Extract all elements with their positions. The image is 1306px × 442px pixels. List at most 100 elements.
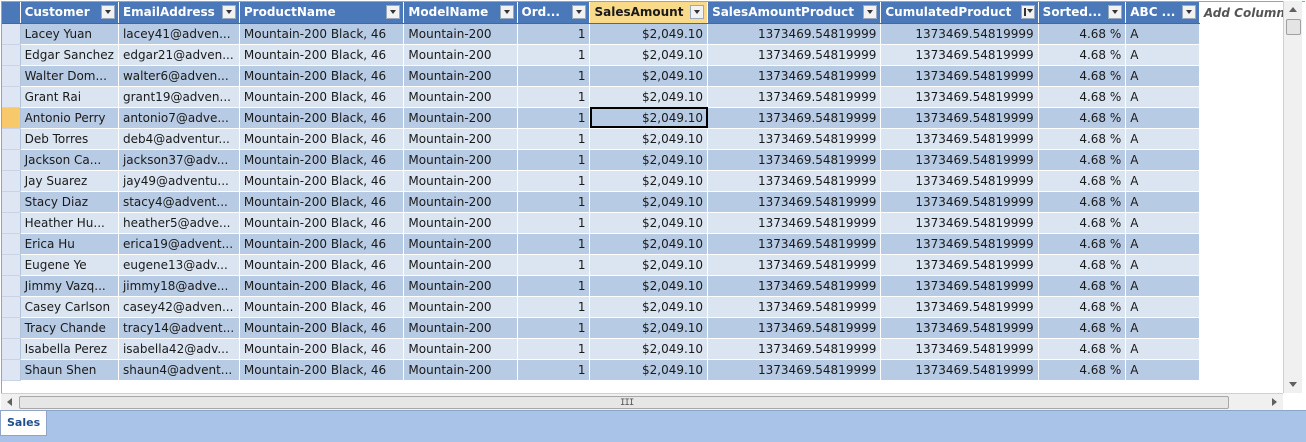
table-row[interactable]: Grant Rai grant19@adven... Mountain-200 Bl… bbox=[2, 86, 1305, 108]
table-cell[interactable]: 1373469.54819999 bbox=[880, 317, 1039, 339]
select-all-corner[interactable] bbox=[2, 2, 21, 24]
scroll-left-icon[interactable] bbox=[7, 398, 12, 406]
horizontal-scrollbar[interactable]: III bbox=[1, 393, 1283, 410]
table-cell[interactable]: Mountain-200 bbox=[403, 107, 518, 129]
table-cell[interactable]: Jackson Ca... bbox=[20, 149, 119, 171]
table-cell[interactable]: 1373469.54819999 bbox=[707, 254, 882, 276]
table-cell[interactable]: 1 bbox=[517, 128, 591, 150]
table-cell[interactable]: Heather Hu... bbox=[20, 212, 119, 234]
table-cell[interactable]: isabella42@adv... bbox=[118, 338, 240, 360]
table-cell[interactable]: $2,049.10 bbox=[589, 86, 709, 108]
table-cell[interactable]: 1373469.54819999 bbox=[707, 338, 882, 360]
table-cell[interactable]: Lacey Yuan bbox=[20, 23, 119, 45]
table-cell[interactable]: Mountain-200 Black, 46 bbox=[239, 23, 405, 45]
row-selector[interactable] bbox=[2, 317, 21, 339]
row-selector[interactable] bbox=[2, 107, 21, 129]
table-cell[interactable]: 1373469.54819999 bbox=[880, 149, 1039, 171]
table-cell[interactable]: 1373469.54819999 bbox=[880, 65, 1039, 87]
table-cell[interactable]: 1 bbox=[517, 254, 591, 276]
table-cell[interactable]: $2,049.10 bbox=[589, 65, 709, 87]
table-cell[interactable]: 4.68 % bbox=[1038, 191, 1127, 213]
table-cell[interactable]: 4.68 % bbox=[1038, 86, 1127, 108]
table-cell[interactable]: deb4@adventur... bbox=[118, 128, 240, 150]
table-cell[interactable]: Mountain-200 bbox=[403, 254, 518, 276]
table-cell[interactable]: 1 bbox=[517, 359, 591, 381]
table-cell[interactable]: stacy4@advent... bbox=[118, 191, 240, 213]
column-header-cumulatedproduct[interactable]: CumulatedProduct bbox=[880, 2, 1039, 24]
table-cell[interactable]: 4.68 % bbox=[1038, 296, 1127, 318]
row-selector[interactable] bbox=[2, 170, 21, 192]
table-cell[interactable]: $2,049.10 bbox=[589, 254, 709, 276]
table-cell[interactable]: $2,049.10 bbox=[589, 359, 709, 381]
table-cell[interactable]: A bbox=[1125, 275, 1200, 297]
table-cell[interactable]: 1 bbox=[517, 212, 591, 234]
table-cell[interactable]: Mountain-200 bbox=[403, 170, 518, 192]
table-cell[interactable]: 1373469.54819999 bbox=[880, 23, 1039, 45]
table-cell[interactable]: 1373469.54819999 bbox=[707, 296, 882, 318]
table-row[interactable]: Jackson Ca... jackson37@adv... Mountain-20… bbox=[2, 149, 1305, 171]
table-cell[interactable]: $2,049.10 bbox=[589, 212, 709, 234]
table-cell[interactable]: $2,049.10 bbox=[589, 170, 709, 192]
row-selector[interactable] bbox=[2, 191, 21, 213]
filter-dropdown-icon[interactable] bbox=[499, 5, 514, 19]
table-cell[interactable]: 1373469.54819999 bbox=[707, 212, 882, 234]
table-cell[interactable]: 1373469.54819999 bbox=[707, 23, 882, 45]
table-cell[interactable]: 1 bbox=[517, 86, 591, 108]
table-cell[interactable]: 1373469.54819999 bbox=[707, 149, 882, 171]
row-selector[interactable] bbox=[2, 359, 21, 381]
table-cell[interactable]: Mountain-200 bbox=[403, 296, 518, 318]
table-row[interactable]: Heather Hu... heather5@adve... Mountain-20… bbox=[2, 212, 1305, 234]
table-cell[interactable]: casey42@adven... bbox=[118, 296, 240, 318]
table-cell[interactable]: 1373469.54819999 bbox=[707, 107, 882, 129]
data-grid[interactable]: Customer EmailAddress ProductName ModelName… bbox=[1, 1, 1305, 410]
table-cell[interactable]: 1373469.54819999 bbox=[880, 212, 1039, 234]
table-row[interactable]: Stacy Diaz stacy4@advent... Mountain-200 B… bbox=[2, 191, 1305, 213]
row-selector[interactable] bbox=[2, 44, 21, 66]
table-cell[interactable]: $2,049.10 bbox=[589, 338, 709, 360]
row-selector[interactable] bbox=[2, 65, 21, 87]
table-cell[interactable]: Mountain-200 Black, 46 bbox=[239, 254, 405, 276]
table-cell[interactable]: Mountain-200 bbox=[403, 359, 518, 381]
table-cell[interactable]: A bbox=[1125, 149, 1200, 171]
filter-dropdown-icon[interactable] bbox=[863, 5, 878, 19]
table-cell[interactable]: Mountain-200 Black, 46 bbox=[239, 86, 405, 108]
table-cell[interactable]: 1373469.54819999 bbox=[880, 275, 1039, 297]
table-row[interactable]: Deb Torres deb4@adventur... Mountain-200 B… bbox=[2, 128, 1305, 150]
table-cell[interactable]: Tracy Chande bbox=[20, 317, 119, 339]
table-cell[interactable]: jackson37@adv... bbox=[118, 149, 240, 171]
table-cell[interactable]: A bbox=[1125, 296, 1200, 318]
table-cell[interactable]: 1 bbox=[517, 149, 591, 171]
table-cell[interactable]: Mountain-200 Black, 46 bbox=[239, 317, 405, 339]
table-cell[interactable]: $2,049.10 bbox=[589, 23, 709, 45]
vertical-scroll-thumb[interactable] bbox=[1286, 19, 1301, 35]
table-cell[interactable]: erica19@advent... bbox=[118, 233, 240, 255]
table-cell[interactable]: 4.68 % bbox=[1038, 254, 1127, 276]
filter-dropdown-icon[interactable] bbox=[100, 5, 115, 19]
scroll-down-icon[interactable] bbox=[1289, 382, 1297, 387]
table-cell[interactable]: Casey Carlson bbox=[20, 296, 119, 318]
table-cell[interactable]: 1 bbox=[517, 191, 591, 213]
table-cell[interactable]: A bbox=[1125, 86, 1200, 108]
table-cell[interactable]: 1373469.54819999 bbox=[707, 86, 882, 108]
filter-dropdown-icon[interactable] bbox=[221, 5, 236, 19]
column-header-customer[interactable]: Customer bbox=[20, 2, 119, 24]
table-cell[interactable]: antonio7@adve... bbox=[118, 107, 240, 129]
table-cell[interactable]: A bbox=[1125, 317, 1200, 339]
table-cell[interactable]: 4.68 % bbox=[1038, 107, 1127, 129]
vertical-scrollbar[interactable] bbox=[1283, 1, 1302, 393]
column-header-abc[interactable]: ABC ... bbox=[1125, 2, 1200, 24]
table-cell[interactable]: A bbox=[1125, 191, 1200, 213]
table-cell[interactable]: A bbox=[1125, 128, 1200, 150]
table-cell[interactable]: 4.68 % bbox=[1038, 212, 1127, 234]
table-cell[interactable]: Mountain-200 Black, 46 bbox=[239, 359, 405, 381]
table-cell[interactable]: Mountain-200 bbox=[403, 212, 518, 234]
table-row[interactable]: Walter Dom... walter6@adven... Mountain-20… bbox=[2, 65, 1305, 87]
table-cell[interactable]: 4.68 % bbox=[1038, 65, 1127, 87]
table-cell[interactable]: Mountain-200 bbox=[403, 233, 518, 255]
table-cell[interactable]: Mountain-200 bbox=[403, 86, 518, 108]
table-row[interactable]: Jay Suarez jay49@adventu... Mountain-200 B… bbox=[2, 170, 1305, 192]
table-cell[interactable]: A bbox=[1125, 44, 1200, 66]
table-cell[interactable]: Mountain-200 Black, 46 bbox=[239, 338, 405, 360]
table-cell[interactable]: jimmy18@adve... bbox=[118, 275, 240, 297]
sheet-tab-sales[interactable]: Sales bbox=[0, 411, 48, 436]
